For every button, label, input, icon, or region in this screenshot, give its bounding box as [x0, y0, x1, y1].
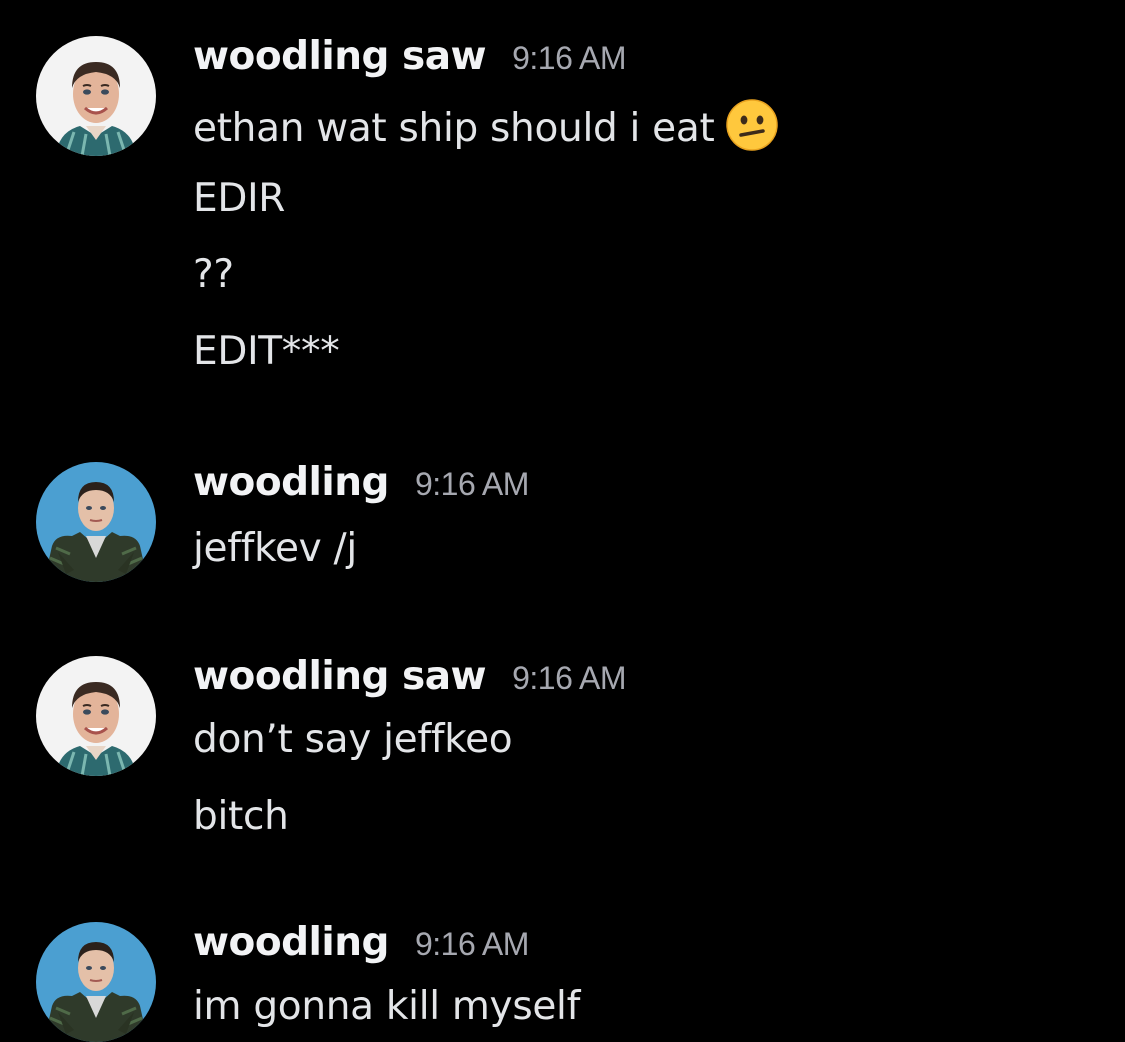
message-header: woodling saw 9:16 AM — [193, 654, 626, 704]
message-line: don’t say jeffkeo — [193, 717, 513, 762]
message-line: jeffkev /j — [193, 526, 357, 571]
message-header: woodling 9:16 AM — [193, 460, 529, 510]
username[interactable]: woodling — [193, 460, 389, 505]
timestamp: 9:16 AM — [414, 926, 529, 962]
username[interactable]: woodling saw — [193, 34, 487, 79]
user-avatar[interactable] — [36, 36, 156, 156]
message-text: ethan wat ship should i eat — [193, 99, 779, 151]
man-plaid-shirt-pose-icon — [36, 462, 156, 582]
portrait-smiling-man-icon — [36, 656, 156, 776]
portrait-smiling-man-icon — [36, 36, 156, 156]
message-header: woodling saw 9:16 AM — [193, 34, 626, 84]
user-avatar[interactable] — [36, 462, 156, 582]
message-line: ethan wat ship should i eat — [193, 106, 715, 151]
username[interactable]: woodling — [193, 920, 389, 965]
message-line: EDIR — [193, 176, 286, 221]
username[interactable]: woodling saw — [193, 654, 487, 699]
man-plaid-shirt-pose-icon — [36, 922, 156, 1042]
user-avatar[interactable] — [36, 656, 156, 776]
timestamp: 9:16 AM — [512, 660, 626, 696]
neutral-face-emoji — [726, 99, 779, 151]
message-line: EDIT*** — [193, 329, 340, 374]
timestamp: 9:16 AM — [414, 466, 529, 502]
message-line: bitch — [193, 794, 289, 839]
timestamp: 9:16 AM — [512, 40, 626, 76]
message-header: woodling 9:16 AM — [193, 920, 529, 970]
message-line: im gonna kill myself — [193, 984, 581, 1029]
message-line: ?? — [193, 252, 234, 297]
user-avatar[interactable] — [36, 922, 156, 1042]
